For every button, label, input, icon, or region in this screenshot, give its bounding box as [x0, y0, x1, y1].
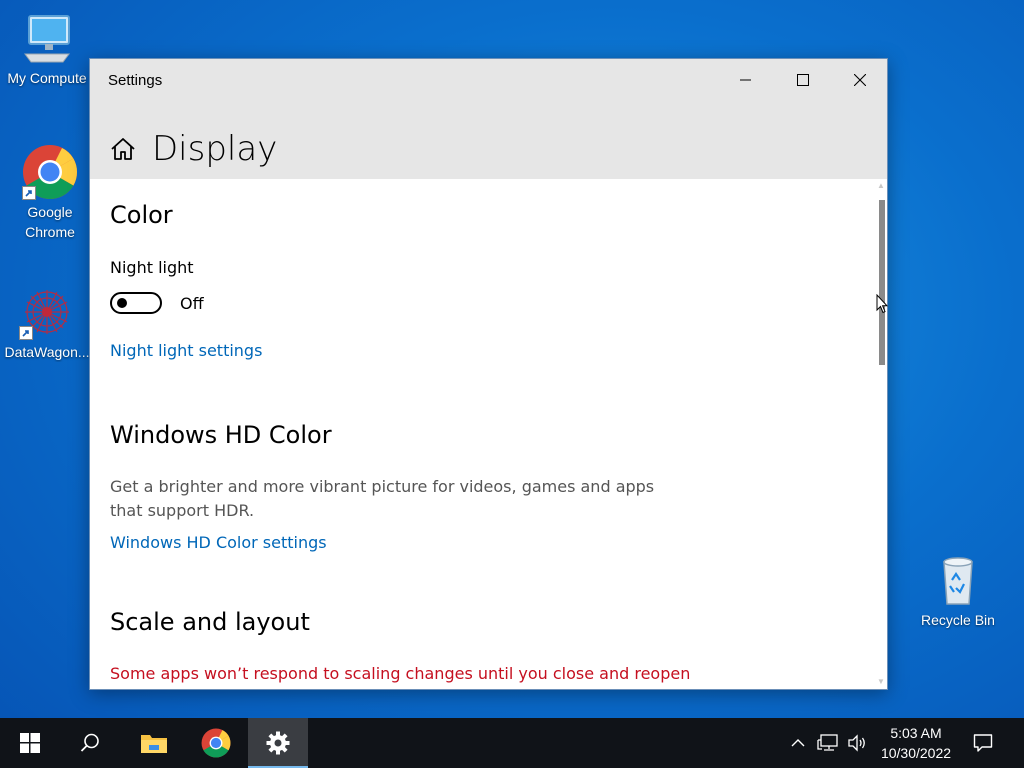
recycle-bin-icon	[930, 552, 986, 608]
hd-color-description: Get a brighter and more vibrant picture …	[110, 477, 655, 520]
notification-icon	[973, 734, 993, 752]
clock-date: 10/30/2022	[880, 745, 952, 761]
show-hidden-icons-button[interactable]	[786, 718, 810, 768]
toggle-knob	[117, 298, 127, 308]
datawagon-icon	[19, 284, 75, 340]
night-light-toggle[interactable]	[110, 292, 162, 314]
settings-window: Settings Display Color Night light Off N…	[89, 58, 888, 690]
scroll-down-icon[interactable]: ▼	[877, 678, 885, 686]
section-heading-hd-color: Windows HD Color	[110, 421, 332, 449]
home-button[interactable]	[110, 137, 136, 166]
start-button[interactable]	[0, 718, 60, 768]
clock[interactable]: 5:03 AM 10/30/2022	[872, 723, 960, 763]
windows-logo-icon	[20, 733, 40, 753]
network-button[interactable]	[815, 718, 841, 768]
home-icon	[111, 138, 135, 160]
gear-icon	[266, 731, 290, 755]
search-icon	[80, 733, 99, 752]
search-button[interactable]	[60, 718, 120, 768]
shortcut-arrow-icon	[22, 186, 36, 200]
taskbar-file-explorer[interactable]	[124, 718, 184, 768]
speaker-icon	[848, 734, 865, 752]
desktop-icon-datawagon[interactable]: DataWagon...	[2, 284, 92, 362]
page-title: Display	[152, 129, 278, 169]
desktop-icon-label: My Compute	[7, 70, 87, 86]
desktop-icon-label: DataWagon...	[4, 344, 90, 360]
desktop-icon-my-computer[interactable]: My Compute	[2, 12, 92, 88]
hd-color-settings-link[interactable]: Windows HD Color settings	[110, 533, 327, 552]
section-heading-scale-layout: Scale and layout	[110, 608, 310, 636]
night-light-label: Night light	[110, 258, 194, 277]
minimize-button[interactable]	[717, 59, 774, 101]
scroll-up-icon[interactable]: ▲	[877, 182, 885, 190]
page-header: Display	[90, 101, 887, 179]
night-light-settings-link[interactable]: Night light settings	[110, 341, 262, 360]
taskbar: 5:03 AM 10/30/2022	[0, 718, 1024, 768]
chevron-up-icon	[791, 739, 805, 747]
title-bar[interactable]: Settings	[90, 59, 887, 101]
computer-icon	[19, 12, 75, 66]
section-heading-color: Color	[110, 201, 173, 229]
scrollbar[interactable]: ▲ ▼	[875, 179, 887, 689]
volume-button[interactable]	[845, 718, 869, 768]
network-icon	[817, 734, 838, 751]
taskbar-settings[interactable]	[248, 718, 308, 768]
desktop-icon-label: Recycle Bin	[921, 612, 995, 628]
action-center-button[interactable]	[968, 718, 998, 768]
close-icon	[853, 74, 866, 86]
chrome-icon	[201, 728, 231, 758]
shortcut-arrow-icon	[19, 326, 33, 340]
maximize-button[interactable]	[774, 59, 831, 101]
scale-warning: Some apps won’t respond to scaling chang…	[110, 664, 691, 683]
settings-content: Color Night light Off Night light settin…	[90, 179, 887, 689]
clock-time: 5:03 AM	[890, 725, 942, 741]
minimize-icon	[739, 79, 751, 81]
desktop-icon-recycle-bin[interactable]: Recycle Bin	[913, 552, 1003, 630]
window-title: Settings	[108, 72, 163, 89]
chrome-icon	[22, 144, 78, 200]
mouse-cursor-icon	[876, 293, 889, 319]
maximize-icon	[796, 74, 809, 86]
close-button[interactable]	[831, 59, 888, 101]
desktop: My Compute Google Chrome DataWagon... Re…	[0, 0, 1024, 768]
scroll-thumb[interactable]	[879, 200, 885, 365]
night-light-state: Off	[180, 294, 204, 313]
folder-icon	[141, 735, 167, 753]
desktop-icon-google-chrome[interactable]: Google Chrome	[5, 144, 95, 242]
desktop-icon-label: Google Chrome	[25, 204, 75, 240]
taskbar-chrome[interactable]	[186, 718, 246, 768]
